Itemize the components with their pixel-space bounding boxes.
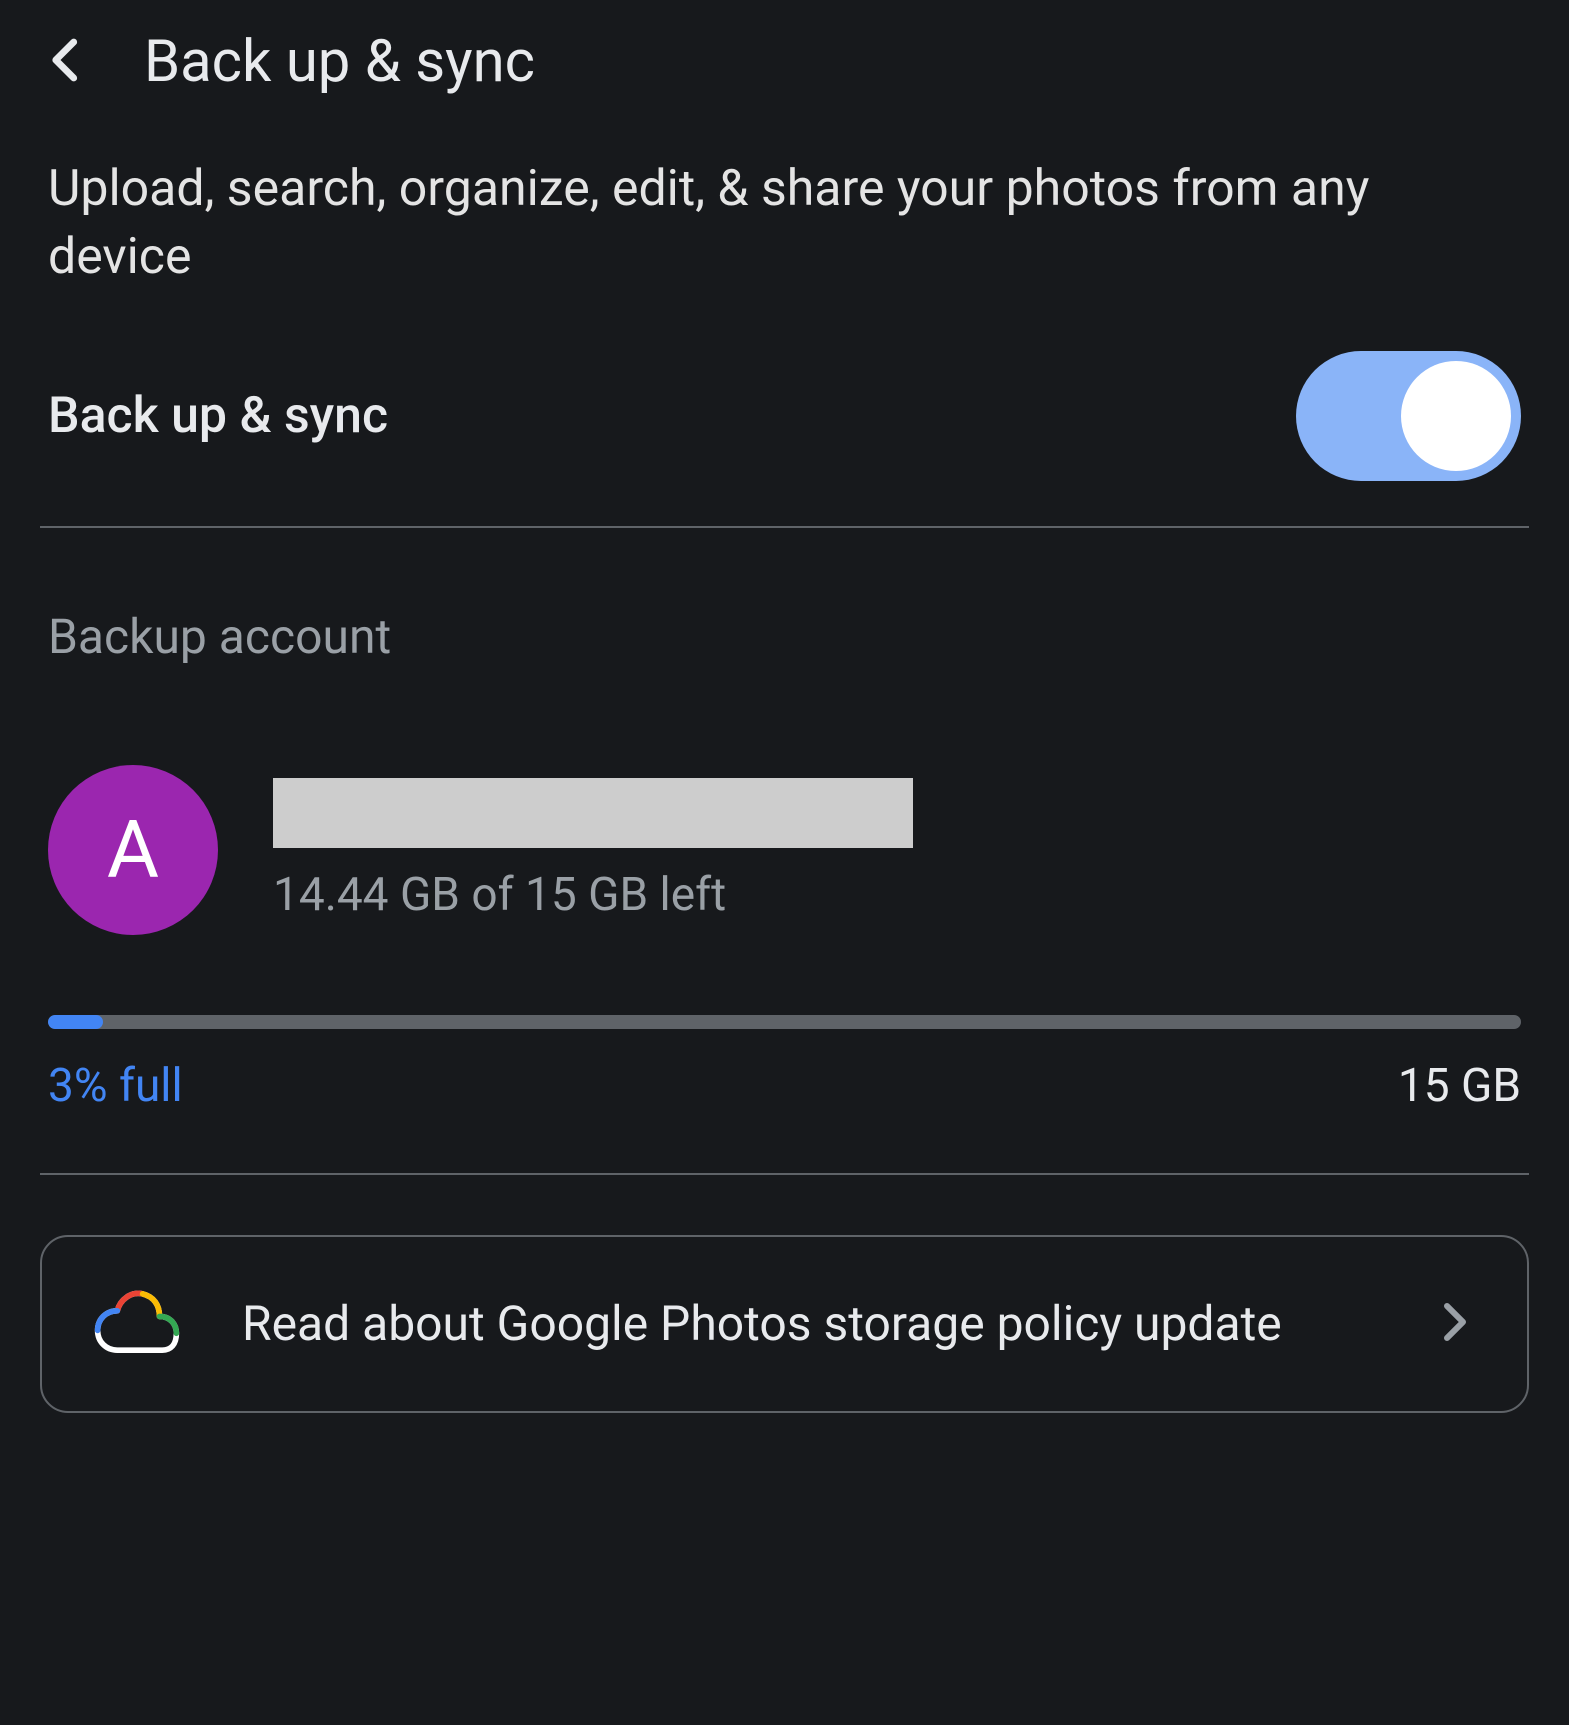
policy-card-text: Read about Google Photos storage policy … xyxy=(242,1292,1369,1357)
account-email-redacted xyxy=(273,778,913,848)
backup-sync-row: Back up & sync xyxy=(0,351,1569,526)
chevron-right-icon xyxy=(1429,1298,1477,1350)
progress-labels: 3% full 15 GB xyxy=(0,1029,1569,1173)
policy-update-card[interactable]: Read about Google Photos storage policy … xyxy=(40,1235,1529,1413)
account-info: 14.44 GB of 15 GB left xyxy=(273,778,913,922)
avatar: A xyxy=(48,765,218,935)
storage-progress xyxy=(0,975,1569,1029)
cloud-icon xyxy=(92,1287,182,1361)
storage-remaining-text: 14.44 GB of 15 GB left xyxy=(273,868,913,922)
header: Back up & sync xyxy=(0,0,1569,156)
backup-account-label: Backup account xyxy=(0,528,1569,705)
avatar-letter: A xyxy=(107,803,159,897)
progress-track xyxy=(48,1015,1521,1029)
backup-sync-toggle[interactable] xyxy=(1296,351,1521,481)
back-icon[interactable] xyxy=(40,33,94,91)
storage-percent-label: 3% full xyxy=(48,1059,183,1113)
account-row[interactable]: A 14.44 GB of 15 GB left xyxy=(0,705,1569,975)
progress-fill xyxy=(48,1015,103,1029)
backup-sync-label: Back up & sync xyxy=(48,387,388,445)
toggle-knob xyxy=(1401,361,1511,471)
page-title: Back up & sync xyxy=(144,28,535,96)
page-subtitle: Upload, search, organize, edit, & share … xyxy=(0,156,1569,351)
storage-total-label: 15 GB xyxy=(1398,1059,1521,1113)
divider xyxy=(40,1173,1529,1175)
